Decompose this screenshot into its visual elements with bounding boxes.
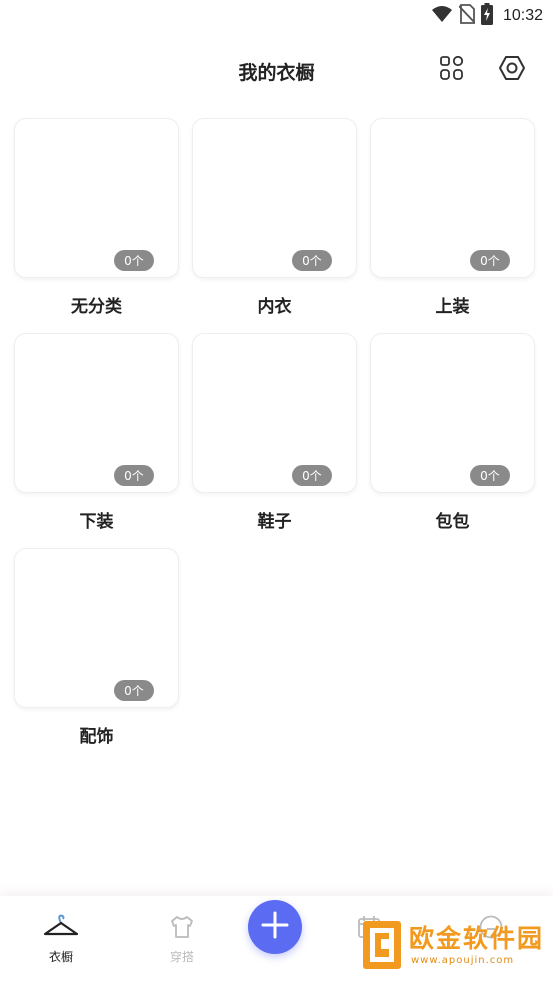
watermark-url: www.apoujin.com (411, 955, 515, 966)
category-label: 下装 (79, 512, 114, 532)
nav-item-wardrobe[interactable]: 衣橱 (21, 914, 101, 965)
grid-layout-icon (439, 55, 465, 85)
count-badge: 0个 (114, 680, 154, 701)
hanger-icon (43, 914, 79, 944)
no-sim-icon (458, 4, 476, 28)
category-item-bottoms[interactable]: 0个 下装 (14, 333, 179, 532)
wifi-icon (431, 5, 453, 27)
category-item-accessories[interactable]: 0个 配饰 (14, 548, 179, 747)
category-card[interactable]: 0个 (14, 118, 179, 278)
header: 我的衣橱 (0, 44, 553, 96)
category-label: 配饰 (79, 727, 114, 747)
battery-charging-icon (480, 3, 493, 29)
count-badge: 0个 (292, 250, 332, 271)
count-badge: 0个 (470, 250, 510, 271)
nav-label: 穿搭 (169, 950, 194, 964)
layout-button[interactable] (436, 54, 468, 86)
nav-item-outfits[interactable]: 穿搭 (142, 914, 222, 965)
status-time: 10:32 (502, 7, 543, 24)
page-title: 我的衣橱 (238, 62, 315, 84)
nav-label: 衣橱 (48, 950, 73, 964)
category-item-tops[interactable]: 0个 上装 (370, 118, 535, 317)
plus-icon (260, 910, 290, 944)
category-card[interactable]: 0个 (192, 333, 357, 493)
tshirt-icon (169, 914, 195, 944)
status-bar: 10:32 (0, 0, 553, 32)
category-label: 上装 (435, 297, 470, 317)
watermark-logo-icon (361, 919, 403, 971)
add-button[interactable] (248, 900, 302, 954)
category-item-shoes[interactable]: 0个 鞋子 (192, 333, 357, 532)
status-icons: 10:32 (431, 3, 543, 29)
category-card[interactable]: 0个 (14, 333, 179, 493)
settings-button[interactable] (496, 54, 528, 86)
count-badge: 0个 (114, 250, 154, 271)
count-badge: 0个 (292, 465, 332, 486)
category-card[interactable]: 0个 (370, 118, 535, 278)
category-card[interactable]: 0个 (370, 333, 535, 493)
settings-hex-icon (498, 54, 526, 86)
category-label: 内衣 (257, 297, 292, 317)
category-label: 无分类 (71, 297, 122, 317)
count-badge: 0个 (470, 465, 510, 486)
count-badge: 0个 (114, 465, 154, 486)
category-card[interactable]: 0个 (14, 548, 179, 708)
watermark-title: 欧金软件园 (409, 924, 545, 953)
category-item-none[interactable]: 0个 无分类 (14, 118, 179, 317)
category-label: 包包 (435, 512, 470, 532)
category-item-bags[interactable]: 0个 包包 (370, 333, 535, 532)
category-label: 鞋子 (257, 512, 292, 532)
category-card[interactable]: 0个 (192, 118, 357, 278)
category-item-underwear[interactable]: 0个 内衣 (192, 118, 357, 317)
watermark: 欧金软件园 www.apoujin.com (357, 915, 547, 977)
